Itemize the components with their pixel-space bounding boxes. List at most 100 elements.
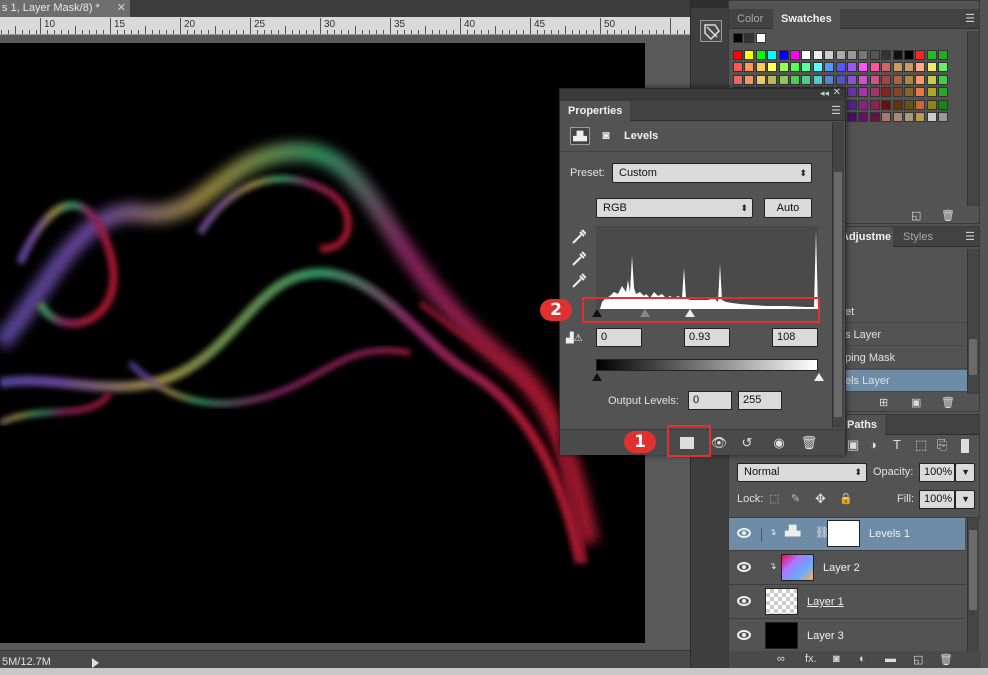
- swatch[interactable]: [801, 74, 812, 85]
- swatch[interactable]: [744, 62, 755, 72]
- swatch[interactable]: [869, 74, 880, 85]
- shape-filter-icon[interactable]: ⬚: [915, 437, 927, 453]
- output-black-slider[interactable]: [592, 373, 602, 381]
- swatch[interactable]: [881, 49, 892, 60]
- reset-icon[interactable]: ↺: [738, 434, 756, 452]
- swatch[interactable]: [767, 62, 778, 72]
- layer-thumbnail[interactable]: [765, 622, 798, 649]
- eye-icon[interactable]: [737, 528, 751, 538]
- scroll-thumb[interactable]: [969, 339, 977, 375]
- layer-row-levels-1[interactable]: ↴ ▟▙ ⛓ Levels 1: [729, 518, 965, 551]
- swatch[interactable]: [744, 33, 755, 43]
- swatch[interactable]: [812, 62, 823, 72]
- folder-icon[interactable]: ▬: [885, 653, 896, 665]
- mask-icon[interactable]: ◙: [596, 127, 616, 145]
- trash-icon[interactable]: 🗑: [941, 396, 955, 409]
- swatch[interactable]: [858, 74, 869, 85]
- swatch[interactable]: [926, 87, 937, 97]
- properties-titlebar[interactable]: ◂◂ ✕: [560, 87, 845, 101]
- adjustments-scrollbar[interactable]: [967, 249, 979, 394]
- swatch[interactable]: [835, 74, 846, 85]
- tab-styles[interactable]: Styles: [895, 227, 941, 247]
- swatch[interactable]: [858, 62, 869, 72]
- swatch[interactable]: [733, 49, 743, 60]
- swatch[interactable]: [733, 74, 743, 85]
- swatch[interactable]: [869, 112, 880, 122]
- swatch[interactable]: [767, 74, 778, 85]
- swatch[interactable]: [835, 62, 846, 72]
- swatch[interactable]: [869, 62, 880, 72]
- panel-menu-icon[interactable]: ☰: [965, 231, 975, 243]
- swatch[interactable]: [744, 74, 755, 85]
- fill-field[interactable]: 100%: [919, 490, 955, 509]
- swatch[interactable]: [915, 99, 926, 110]
- swatch[interactable]: [858, 49, 869, 60]
- eye-icon[interactable]: [737, 630, 751, 640]
- layer-mask-thumbnail[interactable]: [827, 520, 860, 547]
- mask-icon[interactable]: ◙: [833, 653, 840, 665]
- swatch[interactable]: [904, 112, 914, 122]
- swatch[interactable]: [892, 49, 903, 60]
- eye-icon[interactable]: [737, 562, 751, 572]
- swatch[interactable]: [938, 87, 949, 97]
- properties-scrollbar[interactable]: [832, 122, 844, 428]
- swatch[interactable]: [835, 49, 846, 60]
- scroll-thumb[interactable]: [834, 172, 842, 417]
- swatch[interactable]: [858, 99, 869, 110]
- layer-row-layer-3[interactable]: Layer 3: [729, 620, 965, 653]
- swatch[interactable]: [938, 74, 949, 85]
- layer-thumbnail[interactable]: [765, 588, 798, 615]
- black-point-eyedropper-icon[interactable]: [570, 228, 587, 246]
- swatch[interactable]: [926, 99, 937, 110]
- close-icon[interactable]: ✕: [117, 0, 126, 17]
- swatch[interactable]: [801, 62, 812, 72]
- swatch[interactable]: [847, 74, 857, 85]
- swatch[interactable]: [938, 49, 949, 60]
- trash-icon[interactable]: 🗑: [800, 434, 818, 452]
- swatch[interactable]: [847, 62, 857, 72]
- swatch[interactable]: [926, 62, 937, 72]
- horizontal-ruler[interactable]: 10 15 20 25 30 35 40 45 50: [0, 17, 690, 35]
- document-canvas[interactable]: [0, 43, 645, 643]
- swatch[interactable]: [892, 62, 903, 72]
- swatch[interactable]: [778, 49, 789, 60]
- swatch[interactable]: [881, 74, 892, 85]
- swatch[interactable]: [812, 74, 823, 85]
- swatch[interactable]: [881, 62, 892, 72]
- dock-grip[interactable]: [691, 0, 729, 8]
- lock-transparent-icon[interactable]: ⬚: [769, 492, 779, 505]
- swatch[interactable]: [915, 49, 926, 60]
- levels-adjustment-icon[interactable]: ▟▙: [570, 127, 590, 145]
- swatch[interactable]: [847, 112, 857, 122]
- fill-dropdown[interactable]: ▼: [955, 490, 975, 509]
- swatch[interactable]: [881, 112, 892, 122]
- opacity-dropdown[interactable]: ▼: [955, 463, 975, 482]
- swatch[interactable]: [892, 87, 903, 97]
- swatch[interactable]: [733, 62, 743, 72]
- view-previous-icon[interactable]: 👁: [710, 434, 728, 452]
- gray-point-eyedropper-icon[interactable]: [570, 250, 587, 268]
- layers-scrollbar[interactable]: [967, 518, 979, 652]
- output-white-slider[interactable]: [814, 373, 824, 381]
- scroll-thumb[interactable]: [969, 530, 977, 610]
- swatch[interactable]: [926, 112, 937, 122]
- add-icon[interactable]: ⊞: [879, 396, 888, 409]
- swatch[interactable]: [824, 49, 835, 60]
- swatch[interactable]: [755, 49, 766, 60]
- adjustment-icon[interactable]: ◐: [859, 653, 866, 665]
- swatch[interactable]: [755, 74, 766, 85]
- swatch[interactable]: [790, 49, 800, 60]
- swatch[interactable]: [904, 49, 914, 60]
- swatch[interactable]: [881, 99, 892, 110]
- status-menu-arrow-icon[interactable]: [92, 658, 99, 668]
- layer-row-layer-2[interactable]: ↴ Layer 2: [729, 552, 965, 585]
- input-black-field[interactable]: 0: [596, 328, 642, 347]
- camera-icon[interactable]: ▣: [911, 396, 921, 409]
- swatch[interactable]: [915, 62, 926, 72]
- trash-icon[interactable]: 🗑: [941, 209, 955, 222]
- channel-select[interactable]: RGB ⬍: [596, 198, 753, 218]
- tab-adjustments[interactable]: Adjustme: [839, 227, 894, 247]
- swatch[interactable]: [892, 112, 903, 122]
- swatch[interactable]: [881, 87, 892, 97]
- swatch[interactable]: [755, 62, 766, 72]
